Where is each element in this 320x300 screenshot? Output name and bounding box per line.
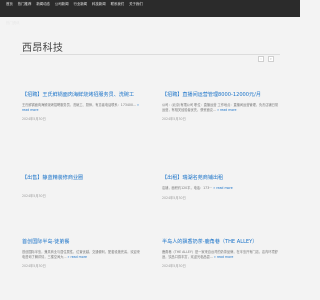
nav-item-news[interactable]: 新闻动态 bbox=[36, 0, 50, 9]
previous-page-button[interactable]: ‹ bbox=[258, 56, 264, 62]
article-title[interactable]: 【招聘】王氏鲜锅面肉海鲜烧烤招服务员、洗碗工 bbox=[22, 92, 140, 99]
article-title[interactable]: 【招聘】直播间运营管理8000-12000元/月 bbox=[162, 92, 280, 99]
article-card: 【出租】瑞湖名苑商铺出租 店铺，面积约120平，电话：173··· » read… bbox=[162, 175, 280, 200]
article-card: 【出售】静蓝精装修商业圈 2024年5月30日 bbox=[22, 175, 140, 198]
header-divider bbox=[20, 54, 280, 55]
article-title[interactable]: 半岛人的飘香奶茶-鹿角巷（THE ALLEY） bbox=[162, 239, 280, 246]
article-date: 2024年5月30日 bbox=[22, 264, 46, 269]
article-date: 2024年5月30日 bbox=[162, 264, 186, 269]
article-title[interactable]: 【出租】瑞湖名苑商铺出租 bbox=[162, 175, 280, 182]
nav-row-1: 首页 热门推荐 新闻动态 公司新闻 行业新闻 科技新闻 联系我们 关于我们 bbox=[0, 0, 300, 9]
article-excerpt: 公司：(北京)有限公司 职位：直播运营 工作地点：直播间运营管理，负责店铺日常运… bbox=[162, 103, 280, 112]
read-more-link[interactable]: » read more bbox=[213, 186, 232, 190]
site-title[interactable]: 西昂科技 bbox=[22, 39, 63, 54]
read-more-link[interactable]: » read more bbox=[68, 255, 87, 259]
next-page-button[interactable]: › bbox=[268, 56, 274, 62]
nav-item-about[interactable]: 关于我们 bbox=[129, 0, 143, 9]
article-date: 2024年5月30日 bbox=[162, 117, 186, 122]
nav-item-contact[interactable]: 联系我们 bbox=[111, 0, 125, 9]
article-card: 【招聘】直播间运营管理8000-12000元/月 公司：(北京)有限公司 职位：… bbox=[162, 92, 280, 121]
article-excerpt-text: 店铺，面积约120平，电话：173··· bbox=[162, 186, 213, 191]
read-more-link[interactable]: » read more bbox=[214, 255, 233, 259]
article-date: 2024年5月30日 bbox=[22, 117, 46, 122]
article-excerpt-text: 王氏鲜锅面肉海鲜烧烤招聘服务员、洗碗工、厨师，有意者电话联系：173400... bbox=[22, 103, 137, 108]
article-title[interactable]: 首创国际半岛·徒弟餐 bbox=[22, 239, 140, 246]
nav-item-hot-info[interactable]: 热门资讯 bbox=[6, 21, 20, 25]
article-excerpt: 王氏鲜锅面肉海鲜烧烤招聘服务员、洗碗工、厨师，有意者电话联系：173400...… bbox=[22, 103, 140, 112]
nav-item-home[interactable]: 首页 bbox=[6, 0, 13, 9]
article-date: 2024年5月30日 bbox=[162, 195, 186, 200]
article-title[interactable]: 【出售】静蓝精装修商业圈 bbox=[22, 175, 140, 182]
article-card: 【招聘】王氏鲜锅面肉海鲜烧烤招服务员、洗碗工 王氏鲜锅面肉海鲜烧烤招聘服务员、洗… bbox=[22, 92, 140, 121]
nav-item-company-news[interactable]: 公司新闻 bbox=[55, 0, 69, 9]
article-excerpt: 首创国际半岛，兼具商业与居住属性，位置优越，交通便利，配套设施完善，欢迎来电咨询… bbox=[22, 250, 140, 259]
nav-item-hot[interactable]: 热门推荐 bbox=[18, 0, 32, 9]
top-navigation-bar: 首页 热门推荐 新闻动态 公司新闻 行业新闻 科技新闻 联系我们 关于我们 bbox=[0, 0, 300, 9]
nav-row-2: 热门资讯 bbox=[0, 9, 300, 25]
article-date: 2024年5月30日 bbox=[22, 194, 46, 199]
nav-item-industry-news[interactable]: 行业新闻 bbox=[73, 0, 87, 9]
nav-item-tech-news[interactable]: 科技新闻 bbox=[92, 0, 106, 9]
article-excerpt: 店铺，面积约120平，电话：173··· » read more bbox=[162, 186, 280, 191]
article-card: 半岛人的飘香奶茶-鹿角巷（THE ALLEY） 鹿角巷（THE ALLEY）是一… bbox=[162, 239, 280, 268]
read-more-link[interactable]: » read more bbox=[217, 108, 236, 112]
article-excerpt: 鹿角巷（THE ALLEY）是一家来自台湾的奶茶品牌，在半岛开有门店，店内环境舒… bbox=[162, 250, 280, 259]
article-card: 首创国际半岛·徒弟餐 首创国际半岛，兼具商业与居住属性，位置优越，交通便利，配套… bbox=[22, 239, 140, 268]
